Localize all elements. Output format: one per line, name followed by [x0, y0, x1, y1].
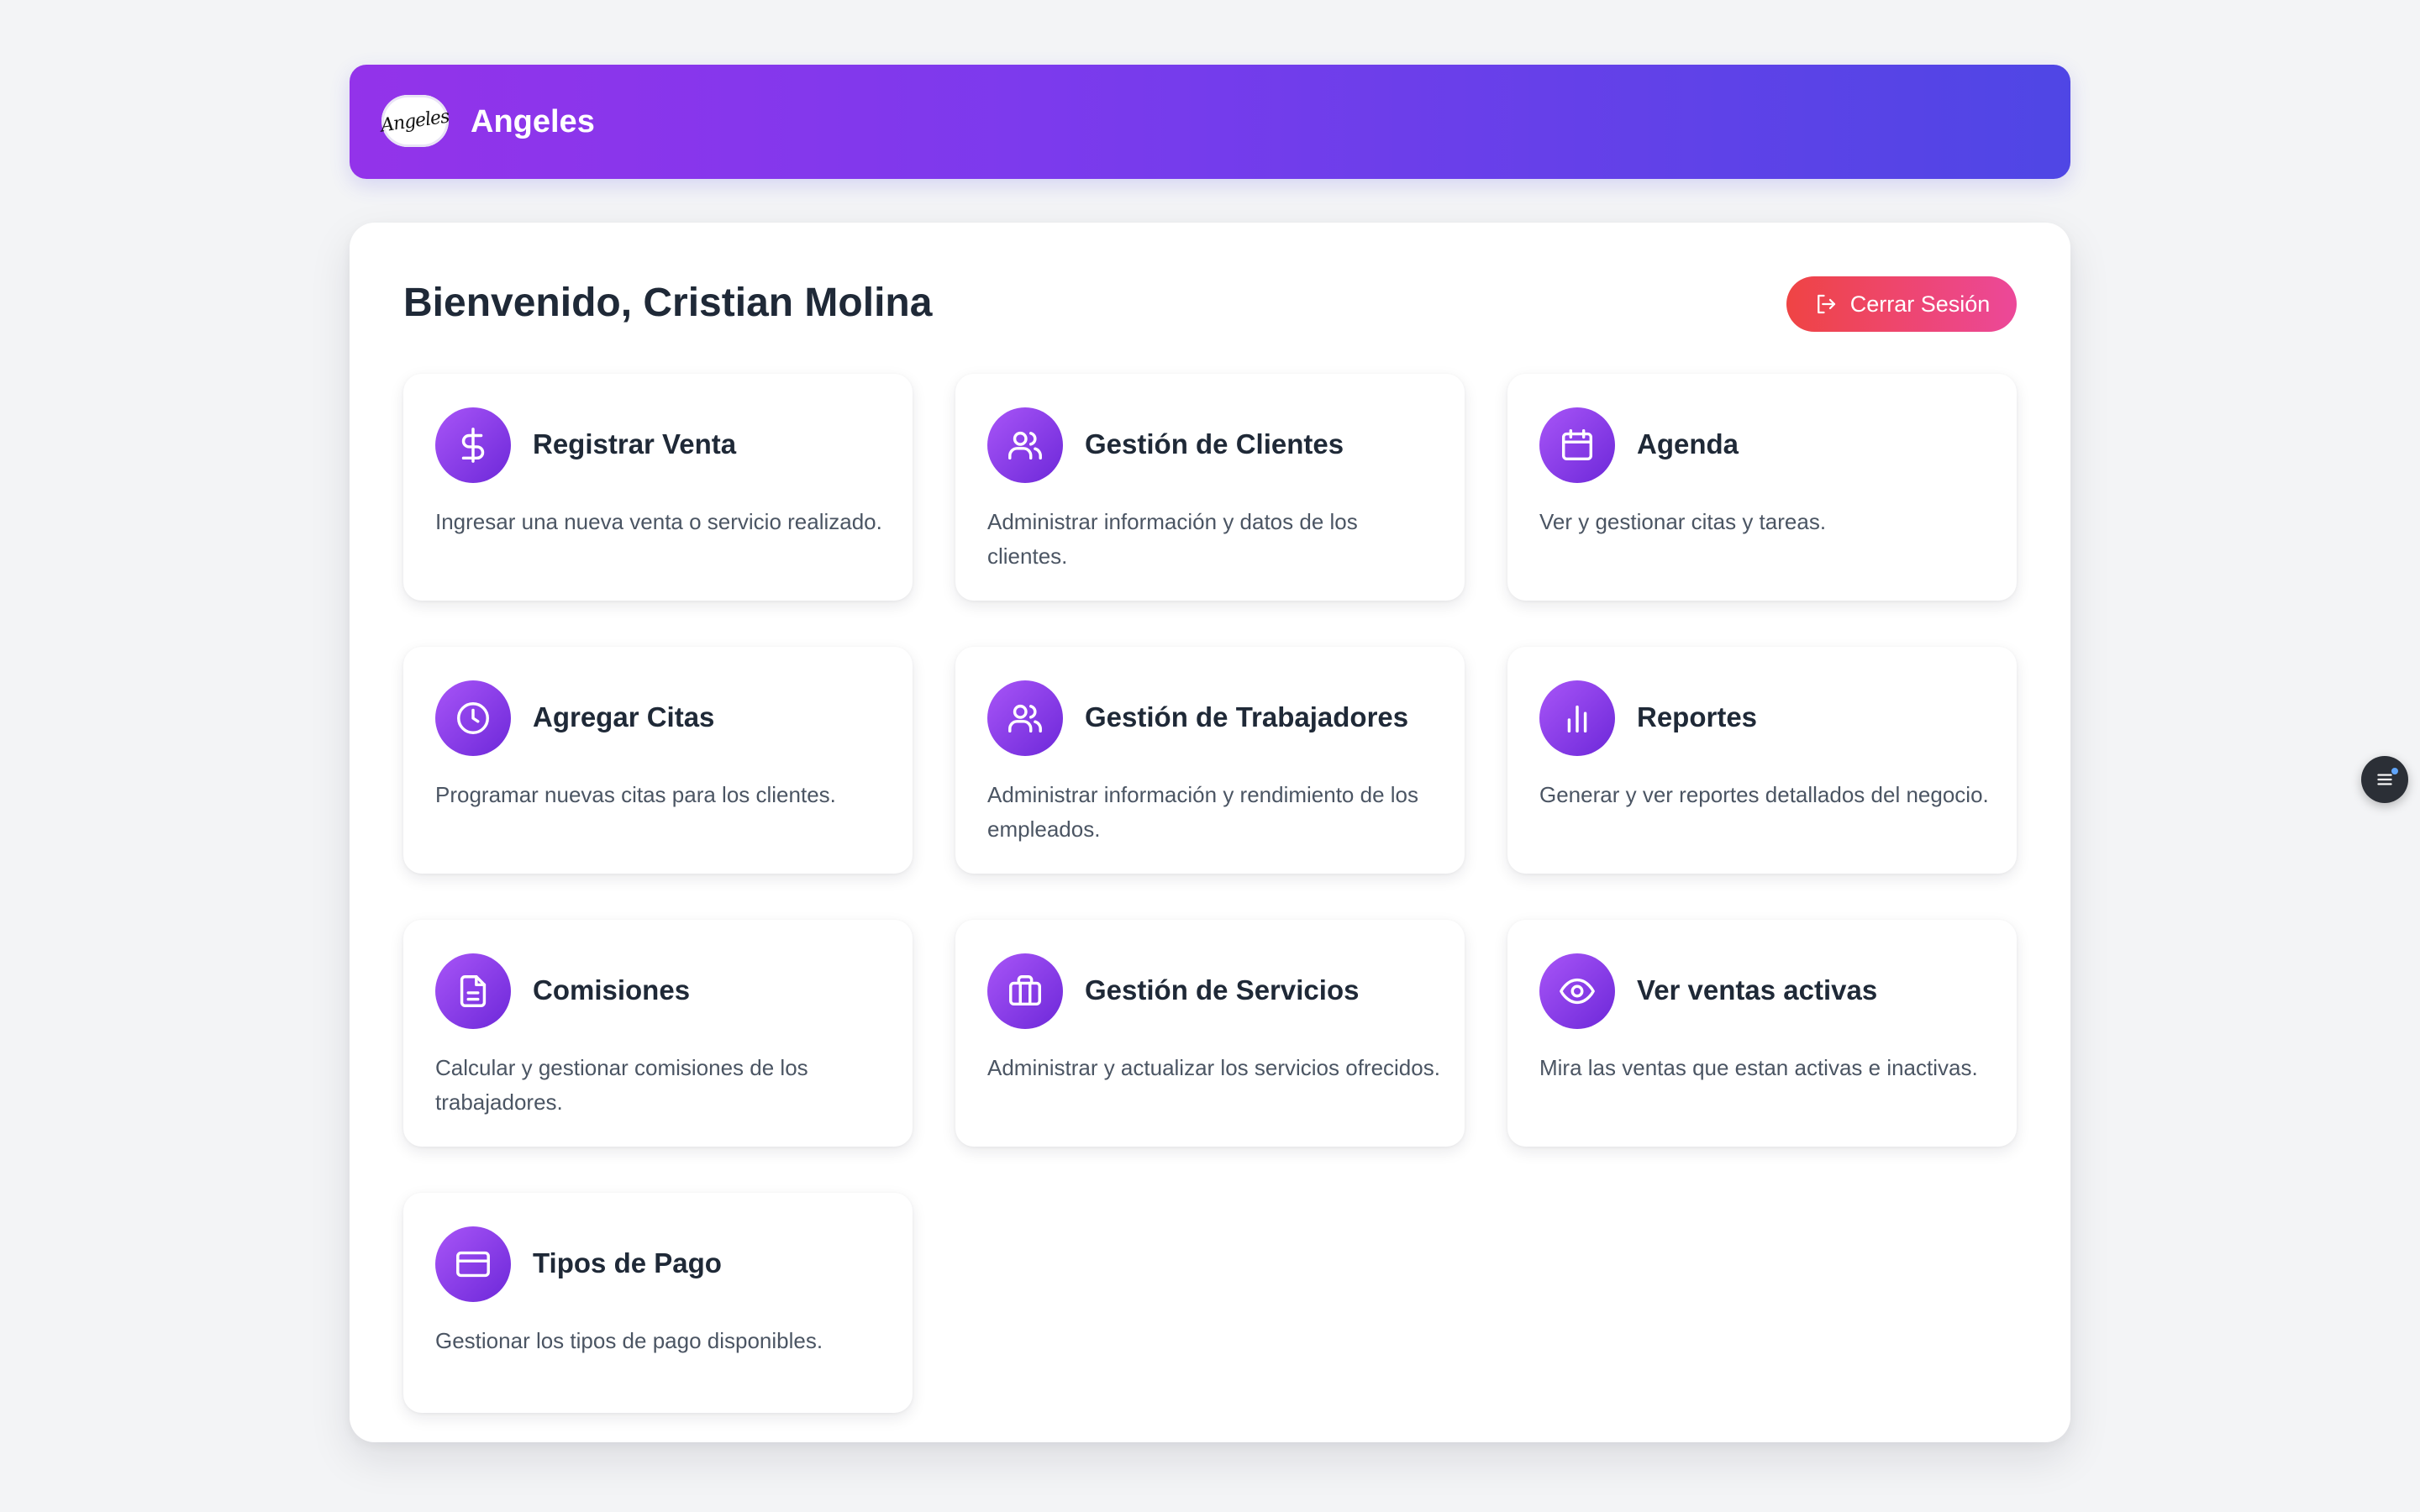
document-icon — [435, 953, 511, 1029]
dashboard-panel: Bienvenido, Cristian Molina Cerrar Sesió… — [350, 223, 2070, 1442]
logo-text: Angeles — [379, 105, 451, 137]
card-agenda[interactable]: Agenda Ver y gestionar citas y tareas. — [1507, 374, 2017, 601]
card-title: Agregar Citas — [533, 701, 715, 732]
eye-icon — [1539, 953, 1615, 1029]
card-title: Registrar Venta — [533, 428, 737, 459]
card-description: Administrar y actualizar los servicios o… — [987, 1055, 1440, 1080]
card-title: Gestión de Trabajadores — [1085, 701, 1409, 732]
card-title: Ver ventas activas — [1637, 974, 1878, 1005]
brand-logo[interactable]: Angeles — [379, 95, 451, 147]
card-description: Ver y gestionar citas y tareas. — [1539, 509, 1827, 534]
card-title: Comisiones — [533, 974, 691, 1005]
card-description: Ingresar una nueva venta o servicio real… — [435, 509, 882, 534]
brand-name: Angeles — [471, 104, 595, 139]
card-title: Tipos de Pago — [533, 1247, 722, 1278]
clock-icon — [435, 680, 511, 756]
card-title: Reportes — [1637, 701, 1758, 732]
briefcase-icon — [987, 953, 1063, 1029]
users-icon — [987, 680, 1063, 756]
welcome-title: Bienvenido, Cristian Molina — [403, 281, 933, 325]
card-reportes[interactable]: Reportes Generar y ver reportes detallad… — [1507, 647, 2017, 874]
card-registrar-venta[interactable]: Registrar Venta Ingresar una nueva venta… — [403, 374, 913, 601]
card-description: Administrar información y datos de los c… — [987, 509, 1358, 569]
logout-label: Cerrar Sesión — [1849, 291, 1991, 317]
floating-menu-button[interactable] — [2361, 756, 2408, 803]
bar-chart-icon — [1539, 680, 1615, 756]
card-gestion-clientes[interactable]: Gestión de Clientes Administrar informac… — [955, 374, 1465, 601]
card-description: Programar nuevas citas para los clientes… — [435, 782, 836, 807]
card-comisiones[interactable]: Comisiones Calcular y gestionar comision… — [403, 920, 913, 1147]
calendar-icon — [1539, 407, 1615, 483]
card-description: Mira las ventas que estan activas e inac… — [1539, 1055, 1978, 1080]
card-tipos-de-pago[interactable]: Tipos de Pago Gestionar los tipos de pag… — [403, 1193, 913, 1413]
card-agregar-citas[interactable]: Agregar Citas Programar nuevas citas par… — [403, 647, 913, 874]
card-ver-ventas-activas[interactable]: Ver ventas activas Mira las ventas que e… — [1507, 920, 2017, 1147]
card-gestion-trabajadores[interactable]: Gestión de Trabajadores Administrar info… — [955, 647, 1465, 874]
card-description: Generar y ver reportes detallados del ne… — [1539, 782, 1989, 807]
app-header: Angeles Angeles — [350, 65, 2070, 179]
card-description: Administrar información y rendimiento de… — [987, 782, 1418, 842]
card-gestion-servicios[interactable]: Gestión de Servicios Administrar y actua… — [955, 920, 1465, 1147]
card-description: Calcular y gestionar comisiones de los t… — [435, 1055, 808, 1115]
users-icon — [987, 407, 1063, 483]
card-title: Agenda — [1637, 428, 1739, 459]
dollar-icon — [435, 407, 511, 483]
card-title: Gestión de Clientes — [1085, 428, 1344, 459]
card-title: Gestión de Servicios — [1085, 974, 1360, 1005]
notification-dot — [2391, 768, 2398, 774]
logout-button[interactable]: Cerrar Sesión — [1786, 276, 2017, 332]
logout-icon — [1817, 294, 1835, 314]
credit-card-icon — [435, 1226, 511, 1302]
card-description: Gestionar los tipos de pago disponibles. — [435, 1328, 823, 1353]
